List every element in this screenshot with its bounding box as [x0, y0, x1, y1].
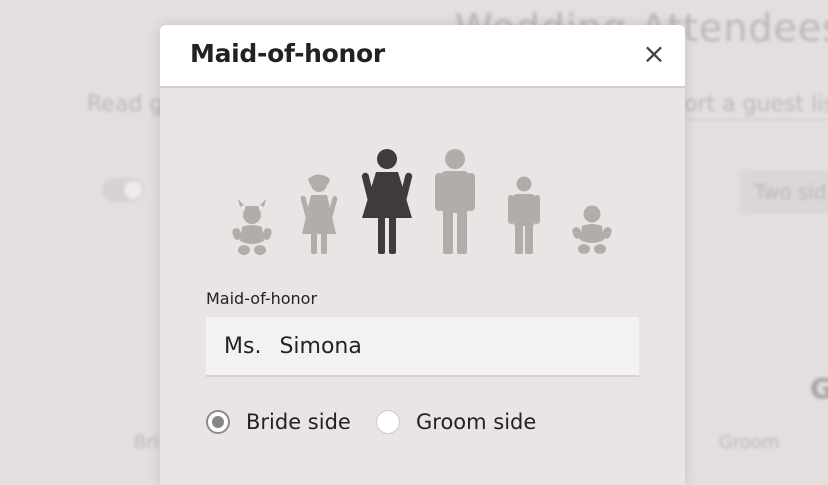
read-guests-text: Read g [87, 92, 164, 117]
sides-toggle[interactable] [102, 178, 144, 202]
background-heading-fragment: G [810, 372, 828, 405]
girl-icon[interactable] [300, 174, 338, 255]
baby-boy-icon[interactable] [571, 205, 613, 255]
name-value: Simona [279, 334, 362, 359]
role-selector [231, 149, 613, 255]
radio-unchecked-icon[interactable] [376, 410, 400, 434]
radio-checked-icon[interactable] [206, 410, 230, 434]
two-sides-button[interactable]: Two sid [739, 170, 828, 214]
groom-column-header: Groom [719, 432, 780, 453]
man-icon[interactable] [435, 149, 475, 254]
boy-icon[interactable] [508, 176, 540, 255]
bride-side-label: Bride side [246, 410, 351, 434]
groom-side-label: Groom side [416, 410, 537, 434]
attendee-dialog: Maid-of-honor × Maid-of-honor Ms. Simona… [160, 25, 685, 485]
woman-icon[interactable] [361, 149, 413, 254]
name-field-label: Maid-of-honor [206, 289, 318, 308]
bride-column-header: Bri [134, 432, 159, 453]
baby-girl-icon[interactable] [231, 199, 273, 255]
salutation-value[interactable]: Ms. [224, 334, 261, 359]
name-input[interactable]: Ms. Simona [206, 317, 639, 377]
import-guest-list-link[interactable]: ort a guest lis [684, 92, 828, 120]
